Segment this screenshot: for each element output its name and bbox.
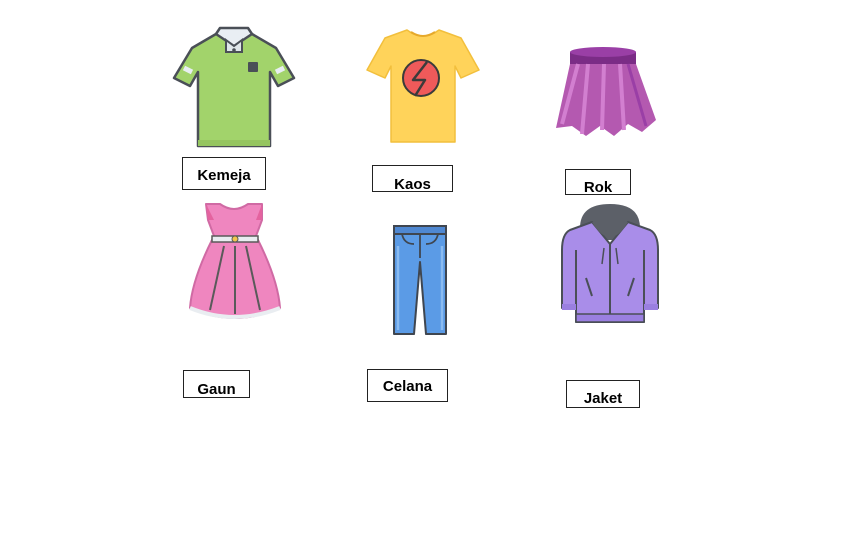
tshirt-icon — [366, 29, 480, 143]
label-kaos: Kaos — [372, 165, 453, 192]
polo-shirt-icon — [172, 26, 296, 148]
jeans-icon — [393, 225, 447, 335]
label-gaun: Gaun — [183, 370, 250, 398]
dress-icon — [189, 203, 281, 319]
label-jaket: Jaket — [566, 380, 640, 408]
jacket-icon — [561, 204, 659, 323]
label-celana: Celana — [367, 369, 448, 402]
label-rok: Rok — [565, 169, 631, 195]
label-kemeja: Kemeja — [182, 157, 266, 190]
skirt-icon — [556, 47, 656, 136]
